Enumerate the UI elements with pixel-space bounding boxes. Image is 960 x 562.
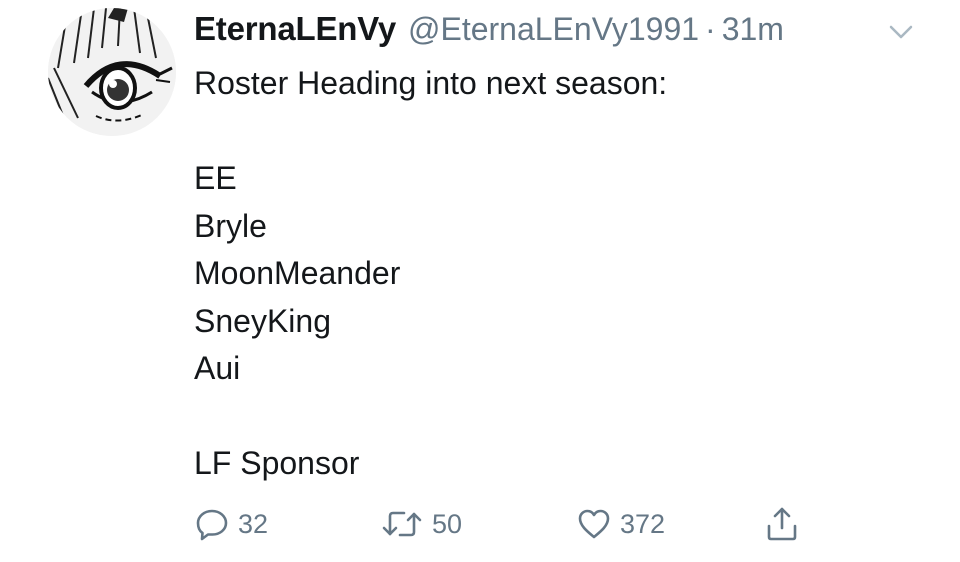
share-icon	[764, 504, 800, 544]
separator-dot: ·	[705, 11, 716, 47]
tweet-text-line: LF Sponsor	[194, 445, 360, 481]
avatar-image	[48, 8, 176, 136]
retweet-count: 50	[432, 508, 463, 539]
tweet-text-line: MoonMeander	[194, 255, 401, 291]
like-button[interactable]: 372	[576, 500, 665, 548]
tweet-text-line: Aui	[194, 350, 241, 386]
tweet[interactable]: EternaLEnVy @EternaLEnVy1991 · 31m Roste…	[0, 0, 960, 562]
reply-icon	[194, 506, 230, 542]
like-count: 372	[620, 508, 666, 539]
reply-button[interactable]: 32	[194, 500, 268, 548]
retweet-icon	[380, 506, 424, 542]
tweet-text-line: Bryle	[194, 207, 267, 244]
display-name[interactable]: EternaLEnVy	[194, 10, 396, 48]
heart-icon	[576, 506, 612, 542]
tweet-text: Roster Heading into next season: EE Bryl…	[194, 60, 914, 488]
reply-count: 32	[238, 508, 269, 539]
tweet-text-line	[194, 108, 914, 156]
avatar[interactable]	[48, 8, 176, 136]
tweet-actions: 32 50 372	[194, 500, 834, 548]
handle[interactable]: @EternaLEnVy1991	[408, 11, 699, 48]
share-button[interactable]	[764, 500, 800, 548]
timestamp[interactable]: 31m	[722, 11, 784, 48]
retweet-button[interactable]: 50	[380, 500, 462, 548]
chevron-down-icon[interactable]	[886, 20, 916, 44]
tweet-text-line: SneyKing	[194, 302, 331, 339]
tweet-text-line: EE	[194, 160, 237, 196]
tweet-text-line: Roster Heading into next season:	[194, 65, 668, 101]
tweet-header: EternaLEnVy @EternaLEnVy1991 · 31m	[194, 10, 784, 52]
tweet-text-line	[194, 393, 914, 441]
